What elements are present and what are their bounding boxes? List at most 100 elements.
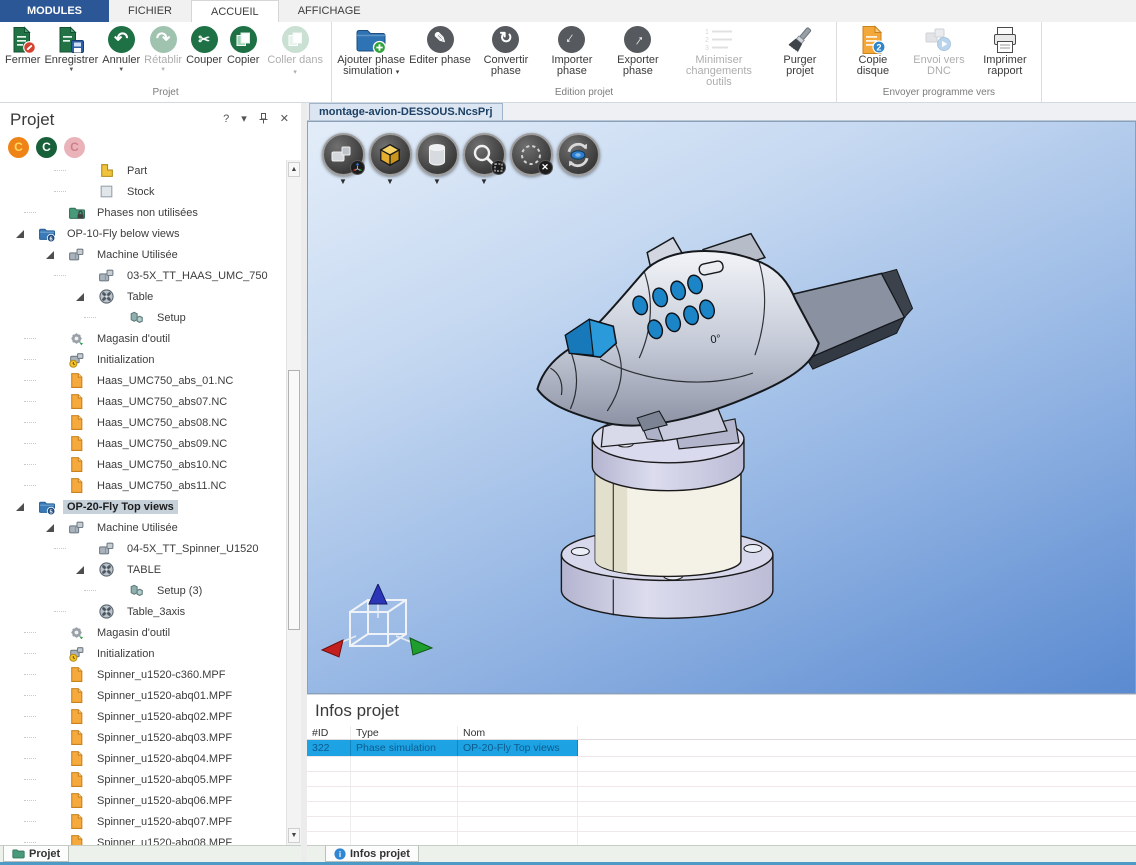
tree-item-machine-utilis-e[interactable]: Machine Utilisée bbox=[0, 244, 286, 265]
viewport-refresh-view-button[interactable] bbox=[556, 133, 600, 186]
nc-file-icon bbox=[68, 393, 85, 410]
expander-icon[interactable] bbox=[16, 230, 38, 238]
chevron-down-icon[interactable]: ▾ bbox=[241, 114, 247, 125]
tree-item-label: Spinner_u1520-c360.MPF bbox=[93, 668, 229, 682]
app-tab-accueil[interactable]: ACCUEIL bbox=[191, 0, 279, 22]
collapse-all-green-button[interactable]: C bbox=[36, 137, 57, 158]
ribbon-button-undo[interactable]: ↶ Annuler ▼ bbox=[100, 24, 142, 74]
tree-item-spinner-u1520-abq03-mpf[interactable]: Spinner_u1520-abq03.MPF bbox=[0, 727, 286, 748]
infos-table: #IDTypeNom 322 Phase simulation OP-20-Fl… bbox=[307, 726, 1136, 847]
ribbon-button-purge-project[interactable]: Purger projet bbox=[767, 24, 833, 77]
project-bottom-tab[interactable]: Projet bbox=[3, 846, 69, 862]
tree-item-03-5x-tt-haas-umc-750[interactable]: 03-5X_TT_HAAS_UMC_750 bbox=[0, 265, 286, 286]
tree-item-spinner-u1520-abq04-mpf[interactable]: Spinner_u1520-abq04.MPF bbox=[0, 748, 286, 769]
tree-item-magasin-d-outil[interactable]: Magasin d'outil bbox=[0, 328, 286, 349]
tree-item-haas-umc750-abs08-nc[interactable]: Haas_UMC750_abs08.NC bbox=[0, 412, 286, 433]
ribbon-button-add-phase-simulation[interactable]: Ajouter phase simulation ▾ bbox=[335, 24, 407, 78]
tree-item-spinner-u1520-abq07-mpf[interactable]: Spinner_u1520-abq07.MPF bbox=[0, 811, 286, 832]
ribbon-button-export-phase[interactable]: → Exporter phase bbox=[605, 24, 671, 77]
expander-icon[interactable] bbox=[46, 251, 68, 259]
tree-item-phases-non-utilis-es[interactable]: Phases non utilisées bbox=[0, 202, 286, 223]
main-area: montage-avion-DESSOUS.NcsPrj ▼ ▼ ▼ ▼ ✕ bbox=[307, 103, 1136, 845]
expander-icon[interactable] bbox=[76, 566, 98, 574]
tree-item-label: Spinner_u1520-abq03.MPF bbox=[93, 731, 236, 745]
app-tab-modules[interactable]: MODULES bbox=[0, 0, 109, 22]
tree-item-initialization[interactable]: Initialization bbox=[0, 349, 286, 370]
infos-bottom-tab[interactable]: i Infos projet bbox=[325, 846, 419, 862]
column-header-type[interactable]: Type bbox=[351, 726, 458, 739]
tree-item-spinner-u1520-abq06-mpf[interactable]: Spinner_u1520-abq06.MPF bbox=[0, 790, 286, 811]
ribbon-button-save[interactable]: Enregistrer ▼ bbox=[42, 24, 100, 74]
tree-item-haas-umc750-abs07-nc[interactable]: Haas_UMC750_abs07.NC bbox=[0, 391, 286, 412]
expander-icon[interactable] bbox=[46, 524, 68, 532]
viewport-solid-view-button[interactable]: ▼ bbox=[368, 133, 412, 186]
ribbon-button-disk-copy[interactable]: 2 Copie disque bbox=[840, 24, 906, 77]
cell-nom: OP-20-Fly Top views bbox=[458, 740, 578, 756]
table-icon bbox=[98, 288, 115, 305]
tree-item-label: Haas_UMC750_abs10.NC bbox=[93, 458, 231, 472]
tree-item-setup-3[interactable]: Setup (3) bbox=[0, 580, 286, 601]
tree-item-setup[interactable]: Setup bbox=[0, 307, 286, 328]
tree-item-machine-utilis-e[interactable]: Machine Utilisée bbox=[0, 517, 286, 538]
tree-item-table[interactable]: TABLE bbox=[0, 559, 286, 580]
document-tab[interactable]: montage-avion-DESSOUS.NcsPrj bbox=[309, 103, 503, 120]
tree-item-haas-umc750-abs09-nc[interactable]: Haas_UMC750_abs09.NC bbox=[0, 433, 286, 454]
viewport-stock-view-button[interactable]: ▼ bbox=[415, 133, 459, 186]
tree-item-label: Spinner_u1520-abq05.MPF bbox=[93, 773, 236, 787]
tree-item-spinner-u1520-abq08-mpf[interactable]: Spinner_u1520-abq08.MPF bbox=[0, 832, 286, 845]
tree-item-stock[interactable]: Stock bbox=[0, 181, 286, 202]
viewport-zoom-selection-button[interactable]: ▼ bbox=[462, 133, 506, 186]
tree-item-haas-umc750-abs-01-nc[interactable]: Haas_UMC750_abs_01.NC bbox=[0, 370, 286, 391]
tree-item-part[interactable]: Part bbox=[0, 160, 286, 181]
infos-table-empty-row bbox=[307, 772, 1136, 787]
help-icon[interactable]: ? bbox=[223, 114, 229, 125]
tree-item-04-5x-tt-spinner-u1520[interactable]: 04-5X_TT_Spinner_U1520 bbox=[0, 538, 286, 559]
tree-item-magasin-d-outil[interactable]: Magasin d'outil bbox=[0, 622, 286, 643]
viewport-3d[interactable]: ▼ ▼ ▼ ▼ ✕ bbox=[307, 121, 1136, 694]
tree-item-spinner-u1520-abq01-mpf[interactable]: Spinner_u1520-abq01.MPF bbox=[0, 685, 286, 706]
collapse-all-orange-button[interactable]: C bbox=[8, 137, 29, 158]
infos-table-row[interactable]: 322 Phase simulation OP-20-Fly Top views bbox=[307, 740, 1136, 757]
tree-item-initialization[interactable]: Initialization bbox=[0, 643, 286, 664]
tree-item-label: Table bbox=[123, 290, 157, 304]
tree-item-haas-umc750-abs10-nc[interactable]: Haas_UMC750_abs10.NC bbox=[0, 454, 286, 475]
ribbon-button-close-project[interactable]: Fermer bbox=[3, 24, 42, 66]
pin-icon[interactable] bbox=[259, 113, 268, 127]
svg-text:2: 2 bbox=[876, 42, 881, 52]
ribbon-button-import-phase[interactable]: → Importer phase bbox=[539, 24, 605, 77]
ribbon-button-convert-phase[interactable]: ↻ Convertir phase bbox=[473, 24, 539, 77]
expander-icon[interactable] bbox=[76, 293, 98, 301]
column-header-nom[interactable]: Nom bbox=[458, 726, 578, 739]
expander-icon[interactable] bbox=[16, 503, 38, 511]
tree-item-table[interactable]: Table bbox=[0, 286, 286, 307]
info-icon: i bbox=[334, 848, 346, 860]
scroll-up-button[interactable]: ▲ bbox=[288, 162, 300, 177]
tree-item-spinner-u1520-abq02-mpf[interactable]: Spinner_u1520-abq02.MPF bbox=[0, 706, 286, 727]
ribbon-button-edit-phase[interactable]: ✎ Editer phase bbox=[407, 24, 473, 66]
nc-file-icon bbox=[68, 456, 85, 473]
ribbon-button-print-report[interactable]: Imprimer rapport bbox=[972, 24, 1038, 77]
tree-item-op-20-fly-top-views[interactable]: 5 OP-20-Fly Top views bbox=[0, 496, 286, 517]
tree-item-label: Magasin d'outil bbox=[93, 332, 174, 346]
scroll-down-button[interactable]: ▼ bbox=[288, 828, 300, 843]
close-icon[interactable]: ✕ bbox=[280, 114, 289, 125]
tree-item-spinner-u1520-c360-mpf[interactable]: Spinner_u1520-c360.MPF bbox=[0, 664, 286, 685]
tree-scrollbar[interactable]: ▲ ▼ bbox=[286, 160, 301, 845]
nc-file-icon bbox=[68, 834, 85, 845]
tree-item-spinner-u1520-abq05-mpf[interactable]: Spinner_u1520-abq05.MPF bbox=[0, 769, 286, 790]
solid-view-icon bbox=[369, 133, 412, 176]
tree-item-haas-umc750-abs11-nc[interactable]: Haas_UMC750_abs11.NC bbox=[0, 475, 286, 496]
tree-item-label: Spinner_u1520-abq07.MPF bbox=[93, 815, 236, 829]
ribbon-button-cut[interactable]: ✂ Couper bbox=[184, 24, 224, 66]
viewport-machine-view-button[interactable]: ▼ bbox=[321, 133, 365, 186]
app-tab-fichier[interactable]: FICHIER bbox=[109, 0, 191, 22]
viewport-clear-selection-button[interactable]: ✕ bbox=[509, 133, 553, 186]
tree-item-op-10-fly-below-views[interactable]: 6 OP-10-Fly below views bbox=[0, 223, 286, 244]
viewport-toolbar: ▼ ▼ ▼ ▼ ✕ bbox=[321, 133, 600, 186]
ribbon-button-copy[interactable]: Copier bbox=[224, 24, 262, 66]
column-header-id[interactable]: #ID bbox=[307, 726, 351, 739]
tree-item-table-3axis[interactable]: Table_3axis bbox=[0, 601, 286, 622]
app-tab-affichage[interactable]: AFFICHAGE bbox=[279, 0, 380, 22]
tree-item-label: 03-5X_TT_HAAS_UMC_750 bbox=[123, 269, 272, 283]
scroll-thumb[interactable] bbox=[288, 370, 300, 630]
